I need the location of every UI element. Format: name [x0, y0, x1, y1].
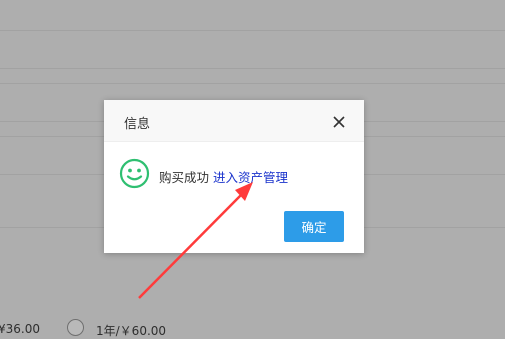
asset-management-link[interactable]: 进入资产管理: [213, 170, 288, 185]
price-option-label: 1年/￥60.00: [96, 324, 167, 338]
divider: [0, 30, 505, 31]
price-option-label: ¥36.00: [0, 322, 40, 336]
divider: [0, 83, 505, 84]
divider: [0, 68, 505, 69]
dialog-header: 信息: [104, 100, 364, 142]
close-icon[interactable]: [332, 115, 346, 129]
price-options: ¥36.00 1年/￥60.00: [0, 318, 505, 338]
radio-button[interactable]: [67, 319, 84, 336]
dialog-title: 信息: [124, 117, 151, 132]
dialog-message: 购买成功 进入资产管理: [159, 167, 288, 186]
info-dialog: 信息 购买成功 进入资产管理 确定: [104, 100, 364, 253]
confirm-button[interactable]: 确定: [284, 211, 344, 242]
success-text: 购买成功: [159, 170, 210, 185]
smile-icon: [119, 158, 150, 189]
